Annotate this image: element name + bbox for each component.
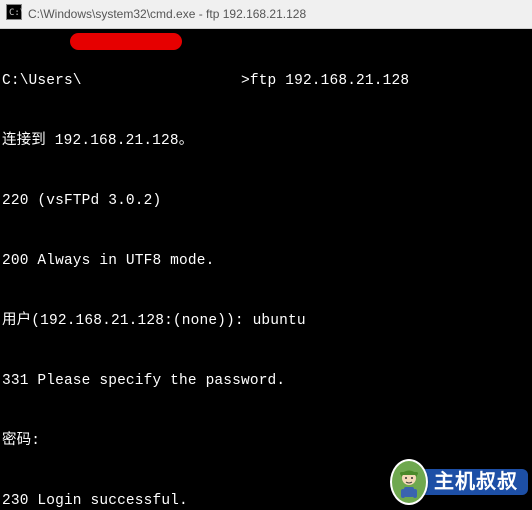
redaction-mark bbox=[70, 33, 182, 50]
terminal-line: C:\Users\ >ftp 192.168.21.128 bbox=[2, 71, 532, 91]
cmd-window: C:\ C:\Windows\system32\cmd.exe - ftp 19… bbox=[0, 0, 532, 510]
cmd-icon: C:\ bbox=[6, 4, 22, 25]
watermark-logo: 主机叔叔 bbox=[390, 460, 528, 504]
svg-text:C:\: C:\ bbox=[9, 8, 22, 18]
terminal-line: 用户(192.168.21.128:(none)): ubuntu bbox=[2, 311, 532, 331]
terminal-line: 331 Please specify the password. bbox=[2, 371, 532, 391]
terminal-line: 200 Always in UTF8 mode. bbox=[2, 251, 532, 271]
window-title: C:\Windows\system32\cmd.exe - ftp 192.16… bbox=[28, 7, 526, 21]
terminal-output[interactable]: C:\Users\ >ftp 192.168.21.128 连接到 192.16… bbox=[0, 29, 532, 510]
titlebar[interactable]: C:\ C:\Windows\system32\cmd.exe - ftp 19… bbox=[0, 0, 532, 29]
terminal-line: 连接到 192.168.21.128。 bbox=[2, 131, 532, 151]
terminal-line: 220 (vsFTPd 3.0.2) bbox=[2, 191, 532, 211]
avatar-icon bbox=[390, 459, 428, 505]
terminal-line: 密码: bbox=[2, 431, 532, 451]
watermark-text: 主机叔叔 bbox=[418, 469, 528, 495]
